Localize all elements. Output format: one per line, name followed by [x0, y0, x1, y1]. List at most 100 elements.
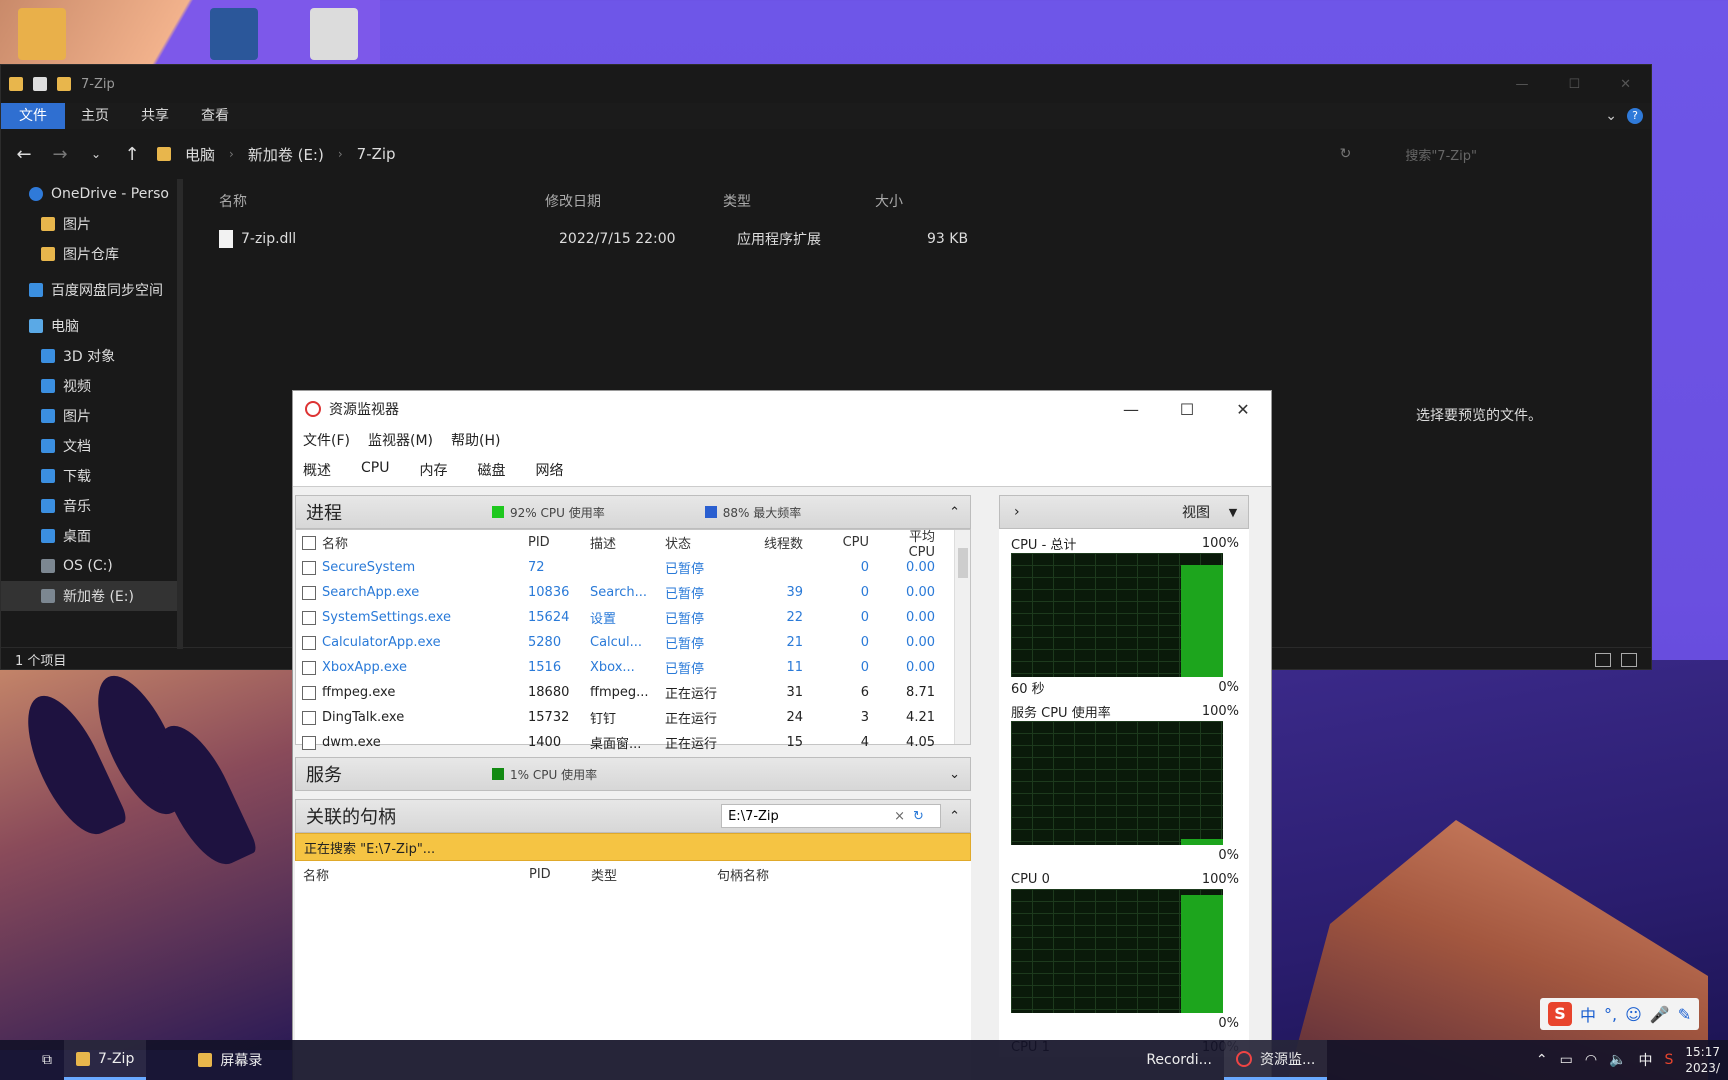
maximize-button[interactable]: ☐ — [1159, 400, 1215, 419]
col-status[interactable]: 状态 — [665, 533, 749, 552]
new-folder-icon[interactable] — [57, 77, 71, 91]
menu-help[interactable]: 帮助(H) — [451, 430, 500, 450]
taskbar-item-resmon[interactable]: 资源监... — [1223, 1040, 1328, 1080]
tab-network[interactable]: 网络 — [535, 460, 563, 480]
properties-icon[interactable] — [33, 77, 47, 91]
process-row[interactable]: ffmpeg.exe 18680 ffmpeg... 正在运行 31 6 8.71 — [296, 680, 970, 705]
breadcrumb-pc[interactable]: 电脑 — [185, 144, 215, 165]
sidebar-item[interactable]: 3D 对象 — [1, 341, 181, 371]
col-threads[interactable]: 线程数 — [749, 533, 819, 552]
process-checkbox[interactable] — [302, 710, 316, 725]
column-modified[interactable]: 修改日期 — [545, 191, 723, 211]
ribbon-tab-home[interactable]: 主页 — [65, 103, 125, 129]
ribbon-tab-view[interactable]: 查看 — [185, 103, 245, 129]
process-row[interactable]: SearchApp.exe 10836 Search... 已暂停 39 0 0.00 — [296, 580, 970, 605]
minimize-button[interactable]: — — [1103, 400, 1159, 419]
wifi-icon[interactable]: ◠ — [1585, 1052, 1597, 1068]
tab-cpu[interactable]: CPU — [361, 460, 389, 476]
show-hidden-icons-icon[interactable]: ⌃ — [1536, 1052, 1548, 1068]
handles-col-handle-name[interactable]: 句柄名称 — [717, 865, 769, 884]
views-dropdown-icon[interactable]: ▼ — [1224, 506, 1242, 519]
col-cpu[interactable]: CPU — [819, 535, 879, 550]
menu-file[interactable]: 文件(F) — [303, 430, 350, 450]
sogou-logo-icon[interactable]: S — [1548, 1002, 1572, 1026]
select-all-checkbox[interactable] — [302, 535, 316, 550]
sidebar-item[interactable]: 音乐 — [1, 491, 181, 521]
thumbnails-view-icon[interactable] — [1621, 652, 1637, 667]
process-checkbox[interactable] — [302, 610, 316, 625]
expand-ribbon-icon[interactable]: ⌄ — [1605, 108, 1617, 124]
battery-icon[interactable]: ▭ — [1560, 1052, 1573, 1068]
navigation-scrollbar[interactable] — [177, 179, 183, 649]
refresh-icon[interactable]: ↻ — [1340, 146, 1352, 162]
punctuation-icon[interactable]: °, — [1604, 1005, 1617, 1024]
col-pid[interactable]: PID — [528, 535, 590, 550]
process-checkbox[interactable] — [302, 660, 316, 675]
collapse-pane-icon[interactable]: › — [1006, 504, 1028, 520]
voice-icon[interactable]: 🎤 — [1650, 1005, 1670, 1024]
sidebar-item[interactable]: 下载 — [1, 461, 181, 491]
close-button[interactable]: ✕ — [1620, 77, 1631, 92]
breadcrumb-drive[interactable]: 新加卷 (E:) — [248, 144, 324, 165]
process-checkbox[interactable] — [302, 585, 316, 600]
handles-col-type[interactable]: 类型 — [591, 865, 717, 884]
desktop-word-icon[interactable] — [210, 8, 258, 60]
sidebar-item[interactable]: 桌面 — [1, 521, 181, 551]
back-icon[interactable]: ← — [13, 144, 35, 165]
handles-search-input[interactable] — [728, 808, 889, 824]
tab-overview[interactable]: 概述 — [303, 460, 331, 480]
minimize-button[interactable]: — — [1515, 77, 1528, 92]
process-row[interactable]: XboxApp.exe 1516 Xbox... 已暂停 11 0 0.00 — [296, 655, 970, 680]
column-size[interactable]: 大小 — [875, 191, 975, 211]
menu-monitor[interactable]: 监视器(M) — [368, 430, 433, 450]
sidebar-item[interactable]: OneDrive - Perso — [1, 179, 181, 209]
process-row[interactable]: SecureSystem 72 已暂停 0 0.00 — [296, 555, 970, 580]
sidebar-item[interactable]: 文档 — [1, 431, 181, 461]
ribbon-tab-share[interactable]: 共享 — [125, 103, 185, 129]
process-checkbox[interactable] — [302, 560, 316, 575]
process-checkbox[interactable] — [302, 635, 316, 650]
recent-dropdown-icon[interactable]: ⌄ — [85, 147, 107, 161]
close-button[interactable]: ✕ — [1215, 400, 1271, 419]
sidebar-item[interactable]: 新加卷 (E:) — [1, 581, 181, 611]
services-header[interactable]: 服务 1% CPU 使用率 ⌄ — [295, 757, 971, 791]
handles-col-name[interactable]: 名称 — [295, 865, 529, 884]
breadcrumb-folder[interactable]: 7-Zip — [357, 145, 396, 163]
clear-search-icon[interactable]: × — [894, 809, 905, 824]
col-name[interactable]: 名称 — [322, 533, 528, 552]
tab-disk[interactable]: 磁盘 — [477, 460, 505, 480]
handles-col-pid[interactable]: PID — [529, 867, 591, 882]
sidebar-item[interactable]: 视频 — [1, 371, 181, 401]
sidebar-item[interactable]: 图片仓库 — [1, 239, 181, 269]
sidebar-item[interactable]: 百度网盘同步空间 — [1, 275, 181, 305]
file-row[interactable]: 7-zip.dll 2022/7/15 22:00 应用程序扩展 93 KB — [219, 229, 968, 249]
sidebar-item[interactable]: 图片 — [1, 401, 181, 431]
details-view-icon[interactable] — [1595, 652, 1611, 667]
sidebar-item[interactable]: 图片 — [1, 209, 181, 239]
views-button[interactable]: 视图 — [1172, 500, 1220, 524]
process-row[interactable]: CalculatorApp.exe 5280 Calcul... 已暂停 21 0 0.00 — [296, 630, 970, 655]
forward-icon[interactable]: → — [49, 144, 71, 165]
taskbar-item-recording[interactable]: Recordi... — [1134, 1040, 1224, 1080]
desktop-user-icon[interactable] — [18, 8, 66, 60]
emoji-icon[interactable]: ☺ — [1625, 1005, 1642, 1024]
tab-memory[interactable]: 内存 — [419, 460, 447, 480]
help-icon[interactable]: ? — [1627, 108, 1643, 124]
refresh-search-icon[interactable]: ↻ — [913, 809, 924, 824]
column-name[interactable]: 名称 — [219, 191, 545, 211]
processes-header[interactable]: 进程 92% CPU 使用率 88% 最大频率 ⌃ — [295, 495, 971, 529]
sogou-tray-icon[interactable]: S — [1665, 1052, 1674, 1068]
collapse-handles-icon[interactable]: ⌃ — [949, 809, 960, 824]
maximize-button[interactable]: ☐ — [1568, 77, 1580, 92]
sidebar-item[interactable]: OS (C:) — [1, 551, 181, 581]
process-checkbox[interactable] — [302, 735, 316, 750]
col-avg-cpu[interactable]: 平均 CPU — [879, 526, 935, 560]
process-row[interactable]: dwm.exe 1400 桌面窗... 正在运行 15 4 4.05 — [296, 730, 970, 755]
up-icon[interactable]: ↑ — [121, 144, 143, 165]
collapse-icon[interactable]: ⌃ — [949, 505, 960, 520]
clock[interactable]: 15:17 2023/ — [1685, 1044, 1720, 1076]
desktop-doc-icon[interactable] — [310, 8, 358, 60]
expand-icon[interactable]: ⌄ — [949, 767, 960, 782]
process-row[interactable]: SystemSettings.exe 15624 设置 已暂停 22 0 0.00 — [296, 605, 970, 630]
handles-header[interactable]: 关联的句柄 × ↻ ⌃ — [295, 799, 971, 833]
